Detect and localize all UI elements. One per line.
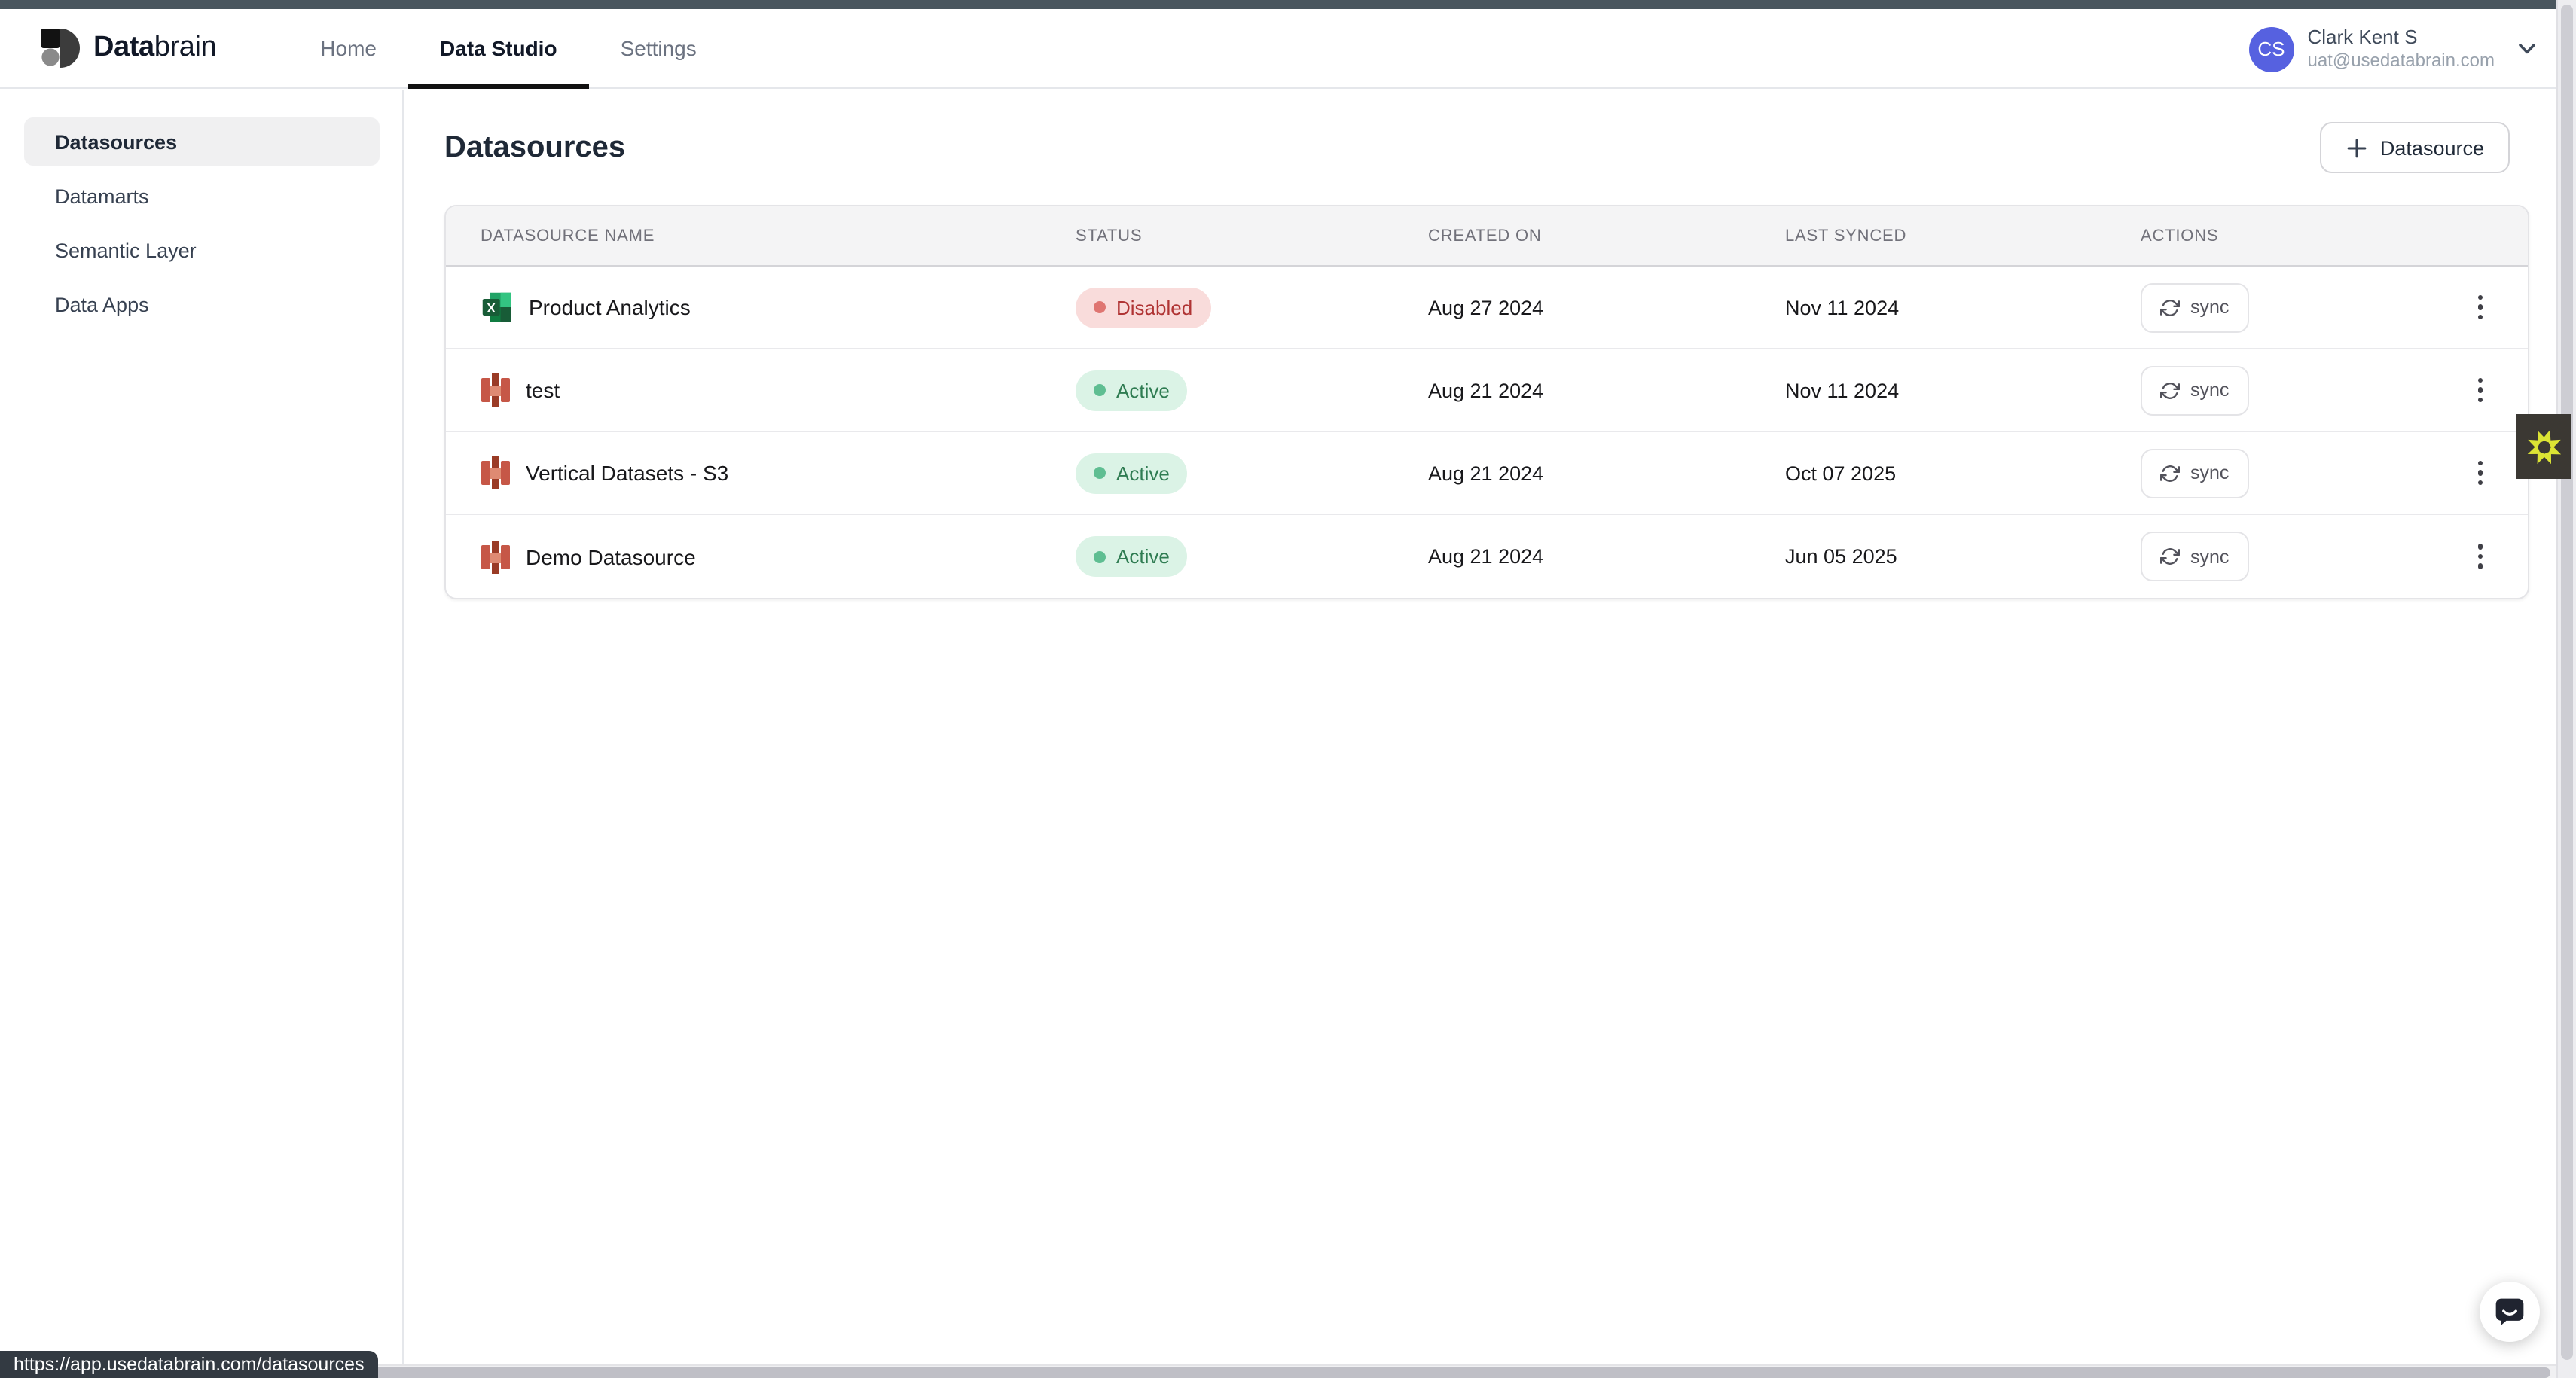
sync-refresh-icon — [2160, 380, 2180, 400]
user-email: uat@usedatabrain.com — [2307, 50, 2495, 72]
table-row[interactable]: test Active Aug 21 2024Nov 11 2024 sync — [446, 349, 2528, 432]
created-on-value: Aug 27 2024 — [1428, 296, 1785, 319]
col-status: STATUS — [1076, 227, 1428, 245]
redshift-icon — [481, 540, 511, 573]
datasource-name-cell: X Product Analytics — [446, 291, 1076, 324]
status-dot-icon — [1094, 550, 1106, 562]
table-body: X Product AnalyticsDisabledAug 27 2024No… — [446, 267, 2528, 598]
status-dot-icon — [1094, 301, 1106, 313]
spark-asterisk-icon — [2523, 425, 2565, 468]
plus-icon — [2346, 136, 2368, 159]
col-created-on: CREATED ON — [1428, 227, 1785, 245]
chat-bubble-icon — [2493, 1295, 2526, 1328]
last-synced-value: Oct 07 2025 — [1785, 462, 2141, 484]
svg-text:X: X — [487, 300, 496, 316]
status-label: Active — [1116, 379, 1170, 401]
col-datasource-name: DATASOURCE NAME — [446, 227, 1076, 245]
tab-data-studio[interactable]: Data Studio — [408, 9, 589, 87]
redshift-icon — [481, 373, 511, 407]
table-row[interactable]: Vertical Datasets - S3 Active Aug 21 2024O… — [446, 432, 2528, 515]
excel-icon: X — [481, 291, 514, 324]
sidebar-item-semantic-layer[interactable]: Semantic Layer — [23, 226, 379, 274]
redshift-icon — [481, 456, 511, 489]
last-synced-value: Jun 05 2025 — [1785, 545, 2141, 568]
app-window: Databrain HomeData StudioSettings CS Cla… — [0, 0, 2576, 1378]
sync-button-label: sync — [2190, 462, 2229, 483]
status-dot-icon — [1094, 384, 1106, 396]
datasource-name: test — [526, 378, 560, 402]
databrain-logo-mark — [41, 29, 80, 68]
horizontal-scrollbar[interactable] — [0, 1364, 2556, 1378]
actions-cell: sync — [2141, 365, 2528, 415]
status-badge: Active — [1076, 536, 1188, 577]
status-badge: Disabled — [1076, 287, 1210, 328]
datasource-name-cell: Vertical Datasets - S3 — [446, 456, 1076, 489]
top-accent-bar — [0, 0, 2576, 9]
sidebar-item-datamarts[interactable]: Datamarts — [23, 172, 379, 220]
status-badge: Active — [1076, 453, 1188, 493]
status-label: Active — [1116, 545, 1170, 568]
sidebar-item-data-apps[interactable]: Data Apps — [23, 280, 379, 328]
page-title: Datasources — [444, 130, 625, 165]
tab-home[interactable]: Home — [288, 9, 408, 87]
vertical-scrollbar-thumb[interactable] — [2561, 5, 2573, 1360]
col-last-synced: LAST SYNCED — [1785, 227, 2141, 245]
datasources-table: DATASOURCE NAME STATUS CREATED ON LAST S… — [444, 205, 2529, 599]
datasource-name-cell: Demo Datasource — [446, 540, 1076, 573]
add-datasource-button[interactable]: Datasource — [2320, 122, 2510, 173]
row-menu-kebab-icon[interactable] — [2471, 535, 2489, 578]
row-menu-kebab-icon[interactable] — [2471, 286, 2489, 329]
main-nav: HomeData StudioSettings — [288, 9, 728, 87]
databrain-logo[interactable]: Databrain — [41, 9, 216, 87]
row-menu-kebab-icon[interactable] — [2471, 369, 2489, 412]
sync-refresh-icon — [2160, 463, 2180, 483]
sync-button-label: sync — [2190, 380, 2229, 401]
sync-button-label: sync — [2190, 297, 2229, 318]
datasource-name: Vertical Datasets - S3 — [526, 461, 728, 485]
created-on-value: Aug 21 2024 — [1428, 379, 1785, 401]
top-nav: Databrain HomeData StudioSettings CS Cla… — [0, 9, 2576, 89]
sync-refresh-icon — [2160, 297, 2180, 317]
horizontal-scrollbar-thumb[interactable] — [2, 1367, 2550, 1378]
avatar: CS — [2248, 26, 2294, 72]
table-header: DATASOURCE NAME STATUS CREATED ON LAST S… — [446, 206, 2528, 267]
datasource-name: Demo Datasource — [526, 544, 696, 569]
floating-spark-widget[interactable] — [2516, 414, 2571, 479]
sync-button[interactable]: sync — [2141, 282, 2248, 332]
sync-refresh-icon — [2160, 547, 2180, 566]
created-on-value: Aug 21 2024 — [1428, 545, 1785, 568]
main-content: Datasources Datasource DATASOURCE NAME S… — [404, 90, 2556, 1378]
actions-cell: sync — [2141, 282, 2528, 332]
actions-cell: sync — [2141, 532, 2528, 581]
sidebar: Datasources Datamarts Semantic Layer Data A… — [0, 90, 404, 1378]
table-row[interactable]: Demo Datasource Active Aug 21 2024Jun 05 2… — [446, 515, 2528, 598]
table-row[interactable]: X Product Analytics Disabled Aug 27 2024No… — [446, 267, 2528, 349]
created-on-value: Aug 21 2024 — [1428, 462, 1785, 484]
chat-launcher-button[interactable] — [2480, 1282, 2540, 1342]
status-badge: Active — [1076, 370, 1188, 410]
sidebar-item-datasources[interactable]: Datasources — [23, 117, 379, 166]
status-label: Disabled — [1116, 296, 1192, 319]
status-dot-icon — [1094, 467, 1106, 479]
chevron-down-icon — [2517, 42, 2537, 56]
link-preview-statusbar: https://app.usedatabrain.com/datasources — [0, 1351, 378, 1378]
user-menu[interactable]: CS Clark Kent S uat@usedatabrain.com — [2248, 9, 2537, 89]
sync-button[interactable]: sync — [2141, 365, 2248, 415]
last-synced-value: Nov 11 2024 — [1785, 296, 2141, 319]
row-menu-kebab-icon[interactable] — [2471, 452, 2489, 495]
tab-settings[interactable]: Settings — [589, 9, 728, 87]
brand-name: Databrain — [93, 32, 216, 65]
vertical-scrollbar[interactable] — [2556, 0, 2576, 1378]
sync-button[interactable]: sync — [2141, 532, 2248, 581]
user-name: Clark Kent S — [2307, 26, 2495, 50]
sync-button-label: sync — [2190, 546, 2229, 567]
datasource-name-cell: test — [446, 373, 1076, 407]
datasource-name: Product Analytics — [529, 295, 691, 319]
last-synced-value: Nov 11 2024 — [1785, 379, 2141, 401]
col-actions: ACTIONS — [2141, 227, 2528, 245]
status-label: Active — [1116, 462, 1170, 484]
actions-cell: sync — [2141, 448, 2528, 498]
sync-button[interactable]: sync — [2141, 448, 2248, 498]
